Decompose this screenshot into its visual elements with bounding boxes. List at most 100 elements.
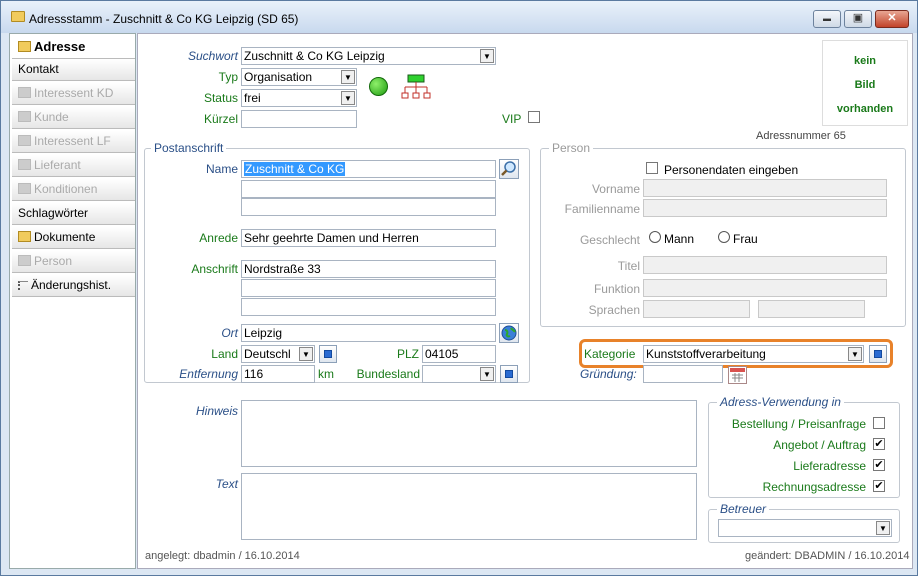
person-title: Person	[549, 141, 594, 155]
globe-icon[interactable]	[499, 323, 519, 343]
bundesland-label: Bundesland	[356, 367, 420, 381]
postanschrift-title: Postanschrift	[151, 141, 227, 155]
vorname-input	[643, 179, 887, 197]
entfernung-unit: km	[318, 367, 334, 381]
bestellung-checkbox[interactable]	[873, 417, 885, 429]
angebot-checkbox[interactable]: ✔	[873, 438, 885, 450]
calendar-icon[interactable]	[728, 366, 747, 384]
funktion-input	[643, 279, 887, 297]
name-input-1[interactable]: Zuschnitt & Co KG	[241, 160, 496, 178]
name-input-2[interactable]	[241, 180, 496, 198]
sidebar-item-schlagwoerter[interactable]: Schlagwörter	[12, 203, 135, 225]
kategorie-select[interactable]: Kunststoffverarbeitung ▼	[643, 345, 864, 363]
bundesland-select[interactable]: ▼	[422, 365, 496, 383]
frau-radio[interactable]	[718, 231, 730, 243]
sidebar-item-adresse[interactable]: Adresse	[12, 35, 135, 59]
anrede-label: Anrede	[199, 231, 238, 245]
grey-square-icon	[18, 135, 31, 146]
org-chart-icon[interactable]	[401, 74, 431, 100]
geaendert-text: geändert: DBADMIN / 16.10.2014	[745, 550, 910, 562]
chevron-down-icon: ▼	[848, 347, 862, 361]
sprachen-input-2	[758, 300, 865, 318]
chevron-down-icon: ▼	[480, 49, 494, 63]
image-placeholder: kein Bild vorhanden	[822, 40, 908, 126]
sidebar-item-aenderungshist[interactable]: Änderungshist.	[12, 275, 135, 297]
vip-checkbox[interactable]	[528, 111, 540, 123]
sprachen-input-1	[643, 300, 750, 318]
name-label: Name	[205, 162, 238, 176]
mann-label: Mann	[664, 232, 695, 246]
folder-open-icon	[18, 41, 31, 52]
betreuer-title: Betreuer	[717, 502, 770, 516]
anrede-input[interactable]: Sehr geehrte Damen und Herren	[241, 229, 496, 247]
bestellung-label: Bestellung / Preisanfrage	[731, 417, 866, 431]
grey-square-icon	[18, 159, 31, 170]
anschrift-input-2[interactable]	[241, 279, 496, 297]
anschrift-input-3[interactable]	[241, 298, 496, 316]
gruendung-input[interactable]	[643, 365, 723, 383]
familienname-input	[643, 199, 887, 217]
funktion-label: Funktion	[593, 282, 640, 296]
chevron-down-icon: ▼	[876, 521, 890, 535]
geschlecht-label: Geschlecht	[579, 233, 640, 247]
land-picker-button[interactable]	[319, 345, 337, 363]
name-input-3[interactable]	[241, 198, 496, 216]
status-select[interactable]: frei ▼	[241, 89, 357, 107]
search-icon[interactable]	[499, 159, 519, 179]
bundesland-picker-button[interactable]	[500, 365, 518, 383]
grey-square-icon	[18, 87, 31, 98]
chevron-down-icon: ▼	[341, 91, 355, 105]
grey-square-icon	[18, 255, 31, 266]
main-panel: Suchwort Zuschnitt & Co KG Leipzig ▼ Typ …	[137, 33, 913, 569]
folder-icon	[18, 231, 31, 242]
chevron-down-icon: ▼	[480, 367, 494, 381]
kategorie-picker-button[interactable]	[869, 345, 887, 363]
anschrift-label: Anschrift	[191, 262, 238, 276]
kategorie-label: Kategorie	[584, 347, 636, 361]
text-textarea[interactable]	[241, 473, 697, 540]
entfernung-label: Entfernung	[179, 367, 238, 381]
sprachen-label: Sprachen	[588, 303, 640, 317]
sidebar-item-person: Person	[12, 251, 135, 273]
kuerzel-input[interactable]	[241, 110, 357, 128]
grey-square-icon	[18, 183, 31, 194]
sidebar-item-dokumente[interactable]: Dokumente	[12, 227, 135, 249]
typ-select[interactable]: Organisation ▼	[241, 68, 357, 86]
suchwort-label: Suchwort	[187, 49, 238, 63]
title-bar[interactable]: Adressstamm - Zuschnitt & Co KG Leipzig …	[1, 1, 917, 33]
entfernung-input[interactable]: 116	[241, 365, 315, 383]
familienname-label: Familienname	[564, 202, 640, 216]
sidebar-item-kunde: Kunde	[12, 107, 135, 129]
plz-input[interactable]: 04105	[422, 345, 496, 363]
blue-square-icon	[324, 350, 332, 358]
rechnungsadresse-checkbox[interactable]: ✔	[873, 480, 885, 492]
list-icon	[18, 281, 28, 290]
application-window: Adressstamm - Zuschnitt & Co KG Leipzig …	[0, 0, 918, 576]
land-select[interactable]: Deutschl ▼	[241, 345, 315, 363]
sidebar: Adresse Kontakt Interessent KD Kunde Int…	[9, 33, 136, 569]
status-label: Status	[203, 91, 238, 105]
close-button[interactable]: ✕	[875, 10, 909, 28]
maximize-button[interactable]: ▣	[844, 10, 872, 28]
minimize-button[interactable]: ▬	[813, 10, 841, 28]
sidebar-item-kontakt[interactable]: Kontakt	[12, 59, 135, 81]
anschrift-input-1[interactable]: Nordstraße 33	[241, 260, 496, 278]
chevron-down-icon: ▼	[299, 347, 313, 361]
mann-radio[interactable]	[649, 231, 661, 243]
blue-square-icon	[505, 370, 513, 378]
chevron-down-icon: ▼	[341, 70, 355, 84]
text-label: Text	[215, 477, 238, 491]
sidebar-item-interessent-kd: Interessent KD	[12, 83, 135, 105]
personendaten-checkbox[interactable]	[646, 162, 658, 174]
personendaten-label: Personendaten eingeben	[664, 163, 799, 177]
vorname-label: Vorname	[591, 182, 640, 196]
lieferadresse-checkbox[interactable]: ✔	[873, 459, 885, 471]
hinweis-textarea[interactable]	[241, 400, 697, 467]
titel-label: Titel	[617, 259, 640, 273]
ort-input[interactable]: Leipzig	[241, 324, 496, 342]
betreuer-select[interactable]: ▼	[718, 519, 892, 537]
suchwort-select[interactable]: Zuschnitt & Co KG Leipzig ▼	[241, 47, 496, 65]
gruendung-label: Gründung:	[580, 367, 637, 381]
vip-label: VIP	[502, 112, 522, 126]
plz-label: PLZ	[397, 347, 420, 361]
